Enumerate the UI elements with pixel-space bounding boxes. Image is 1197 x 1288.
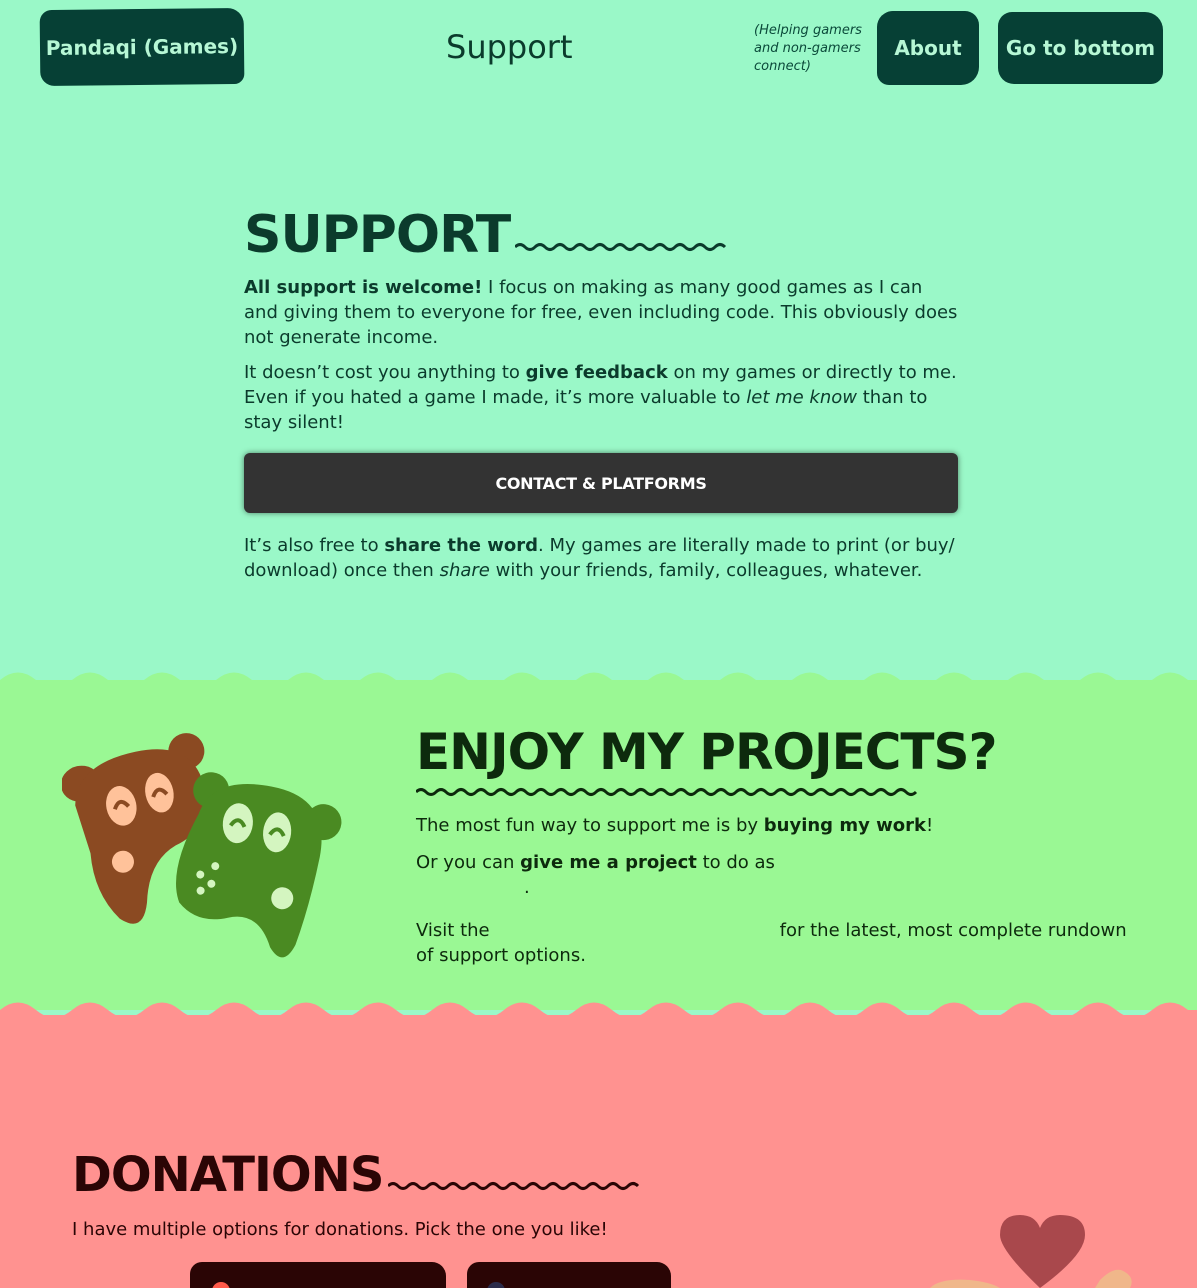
support-section: SUPPORT All support is welcome! I focus …: [244, 205, 958, 583]
support-paragraph-1: All support is welcome! I focus on makin…: [244, 277, 958, 348]
enjoy-paragraph-1: The most fun way to support me is by buy…: [416, 815, 934, 836]
donation-service-icon: [487, 1282, 505, 1288]
controllers-mascot-icon: [62, 733, 342, 958]
site-tagline: (Helping gamers and non-gamers connect): [754, 23, 862, 74]
support-paragraph-3: It’s also free to share the word. My gam…: [244, 535, 955, 581]
donations-section: DONATIONS I have multiple options for do…: [72, 1145, 772, 1242]
donation-service-icon: [212, 1282, 230, 1288]
wavy-underline-icon: [387, 1182, 640, 1190]
wavy-underline-icon: [414, 788, 918, 796]
enjoy-heading: ENJOY MY PROJECTS?: [416, 723, 998, 781]
about-button[interactable]: About: [877, 11, 979, 85]
donations-heading: DONATIONS: [72, 1147, 384, 1203]
donations-paragraph: I have multiple options for donations. P…: [72, 1219, 608, 1240]
enjoy-paragraph-3: Visit the for the latest, most complete r…: [416, 920, 1127, 966]
logo-button[interactable]: Pandaqi (Games): [39, 7, 245, 87]
support-paragraph-2: It doesn’t cost you anything to give fee…: [244, 362, 957, 433]
donation-option-card[interactable]: [190, 1262, 446, 1288]
go-to-bottom-button[interactable]: Go to bottom: [998, 12, 1163, 84]
wavy-underline-icon: [514, 243, 727, 251]
support-heading: SUPPORT: [244, 205, 511, 265]
site-header: Pandaqi (Games) Support (Helping gamers …: [0, 0, 1197, 100]
page-title: Support: [446, 28, 573, 66]
heart-hands-icon: [930, 1215, 1132, 1288]
enjoy-paragraph-2: Or you can give me a project to do as.: [416, 852, 775, 898]
donation-option-card[interactable]: [467, 1262, 671, 1288]
contact-platforms-button[interactable]: CONTACT & PLATFORMS: [244, 453, 958, 513]
enjoy-section: ENJOY MY PROJECTS? The most fun way to s…: [414, 722, 1136, 968]
